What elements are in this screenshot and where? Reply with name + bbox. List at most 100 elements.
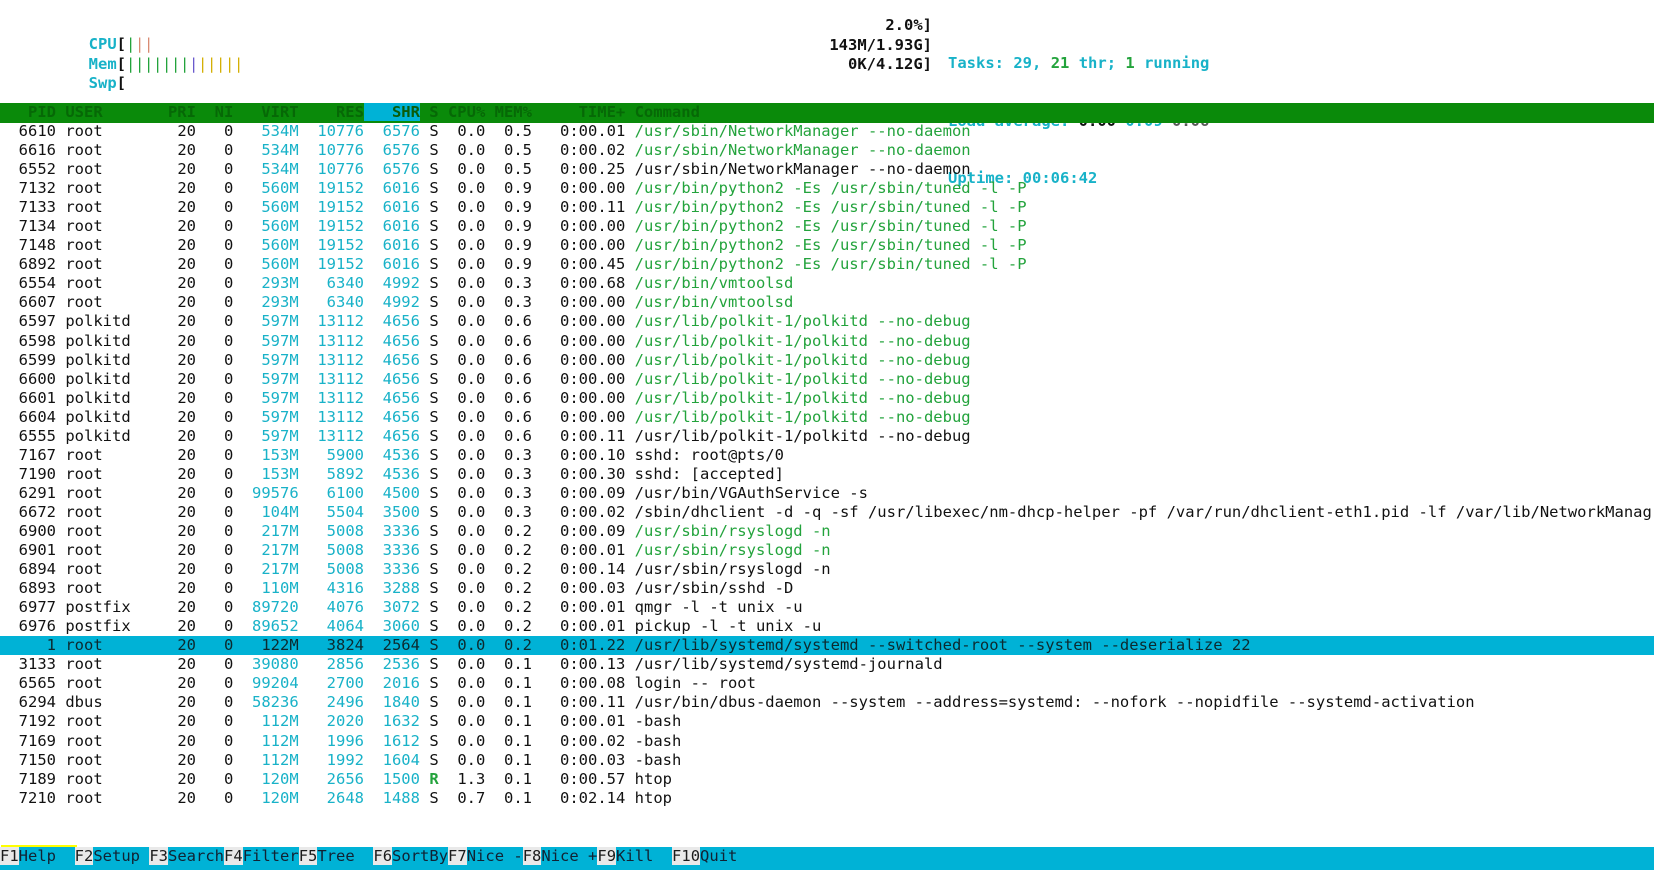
table-row[interactable]: 7132 root 20 0 560M 19152 6016 S 0.0 0.9…	[0, 179, 1654, 198]
cpu-meter-value: 2.0%	[885, 16, 923, 34]
cell-res: 2648	[298, 788, 364, 807]
function-label-nice-[interactable]: Nice -	[466, 847, 523, 865]
meter-bar-empty	[531, 55, 540, 74]
table-row[interactable]: 7167 root 20 0 153M 5900 4536 S 0.0 0.3 …	[0, 446, 1654, 465]
table-row[interactable]: 7169 root 20 0 112M 1996 1612 S 0.0 0.1 …	[0, 732, 1654, 751]
table-row[interactable]: 6552 root 20 0 534M 10776 6576 S 0.0 0.5…	[0, 160, 1654, 179]
table-row[interactable]: 6555 polkitd 20 0 597M 13112 4656 S 0.0 …	[0, 427, 1654, 446]
meter-bar-empty	[369, 74, 378, 93]
table-row[interactable]: 6893 root 20 0 110M 4316 3288 S 0.0 0.2 …	[0, 579, 1654, 598]
cell-ni: 0	[196, 331, 234, 350]
cell-shr: 4656	[363, 369, 420, 388]
function-key-f4[interactable]: F4	[224, 847, 243, 865]
function-label-quit[interactable]: Quit	[700, 847, 738, 865]
process-list[interactable]: 6610 root 20 0 534M 10776 6576 S 0.0 0.5…	[0, 122, 1654, 808]
table-row[interactable]: 6601 polkitd 20 0 597M 13112 4656 S 0.0 …	[0, 389, 1654, 408]
table-row[interactable]: 6894 root 20 0 217M 5008 3336 S 0.0 0.2 …	[0, 560, 1654, 579]
cell-pid: 3133	[0, 655, 56, 674]
table-row[interactable]: 6294 dbus 20 0 58236 2496 1840 S 0.0 0.1…	[0, 693, 1654, 712]
table-row[interactable]: 6604 polkitd 20 0 597M 13112 4656 S 0.0 …	[0, 408, 1654, 427]
cell-shr: 3288	[363, 579, 420, 598]
meter-bar-empty	[459, 74, 468, 93]
cell-res: 2496	[298, 693, 364, 712]
table-row[interactable]: 7190 root 20 0 153M 5892 4536 S 0.0 0.3 …	[0, 465, 1654, 484]
cell-pri: 20	[149, 693, 196, 712]
table-row[interactable]: 6610 root 20 0 534M 10776 6576 S 0.0 0.5…	[0, 122, 1654, 141]
cell-res: 4316	[298, 579, 364, 598]
function-key-bar[interactable]: F1Help F2Setup F3SearchF4FilterF5Tree F6…	[0, 847, 1654, 870]
table-row[interactable]: 6607 root 20 0 293M 6340 4992 S 0.0 0.3 …	[0, 293, 1654, 312]
cell-pid: 7192	[0, 712, 56, 731]
cell-shr: 4656	[363, 331, 420, 350]
cell-user: root	[56, 236, 150, 255]
table-row[interactable]: 7210 root 20 0 120M 2648 1488 S 0.7 0.1 …	[0, 789, 1654, 808]
function-key-f9[interactable]: F9	[597, 847, 617, 865]
cell-state: S	[419, 388, 439, 407]
cell-mem-percent: 0.9	[485, 179, 532, 198]
function-key-f7[interactable]: F7	[448, 847, 467, 865]
function-label-setup[interactable]: Setup	[93, 847, 150, 865]
cpu-meter-value-wrap: 2.0%]	[640, 16, 932, 35]
cell-cpu-percent: 0.0	[438, 331, 486, 350]
cell-ni: 0	[196, 693, 234, 712]
table-row[interactable]: 1 root 20 0 122M 3824 2564 S 0.0 0.2 0:0…	[0, 636, 1654, 656]
table-row[interactable]: 3133 root 20 0 39080 2856 2536 S 0.0 0.1…	[0, 655, 1654, 674]
cpu-meter-label: CPU	[88, 35, 117, 54]
table-row[interactable]: 6565 root 20 0 99204 2700 2016 S 0.0 0.1…	[0, 674, 1654, 693]
function-label-tree[interactable]: Tree	[317, 847, 374, 865]
process-table-header[interactable]: PID USER PRI NI VIRT RES SHR S CPU% MEM%…	[0, 103, 1654, 123]
function-key-f10[interactable]: F10	[672, 847, 701, 865]
table-row[interactable]: 6892 root 20 0 560M 19152 6016 S 0.0 0.9…	[0, 255, 1654, 274]
cell-user: root	[56, 655, 150, 674]
cell-ni: 0	[196, 636, 234, 655]
function-key-f2[interactable]: F2	[74, 847, 94, 865]
sort-column-header-shr[interactable]: SHR	[363, 103, 420, 121]
function-key-f3[interactable]: F3	[149, 847, 169, 865]
meter-bar-empty	[351, 55, 360, 74]
function-key-f1[interactable]: F1	[0, 847, 19, 865]
function-key-f5[interactable]: F5	[298, 847, 318, 865]
meter-bar-empty	[324, 74, 333, 93]
table-row[interactable]: 7192 root 20 0 112M 2020 1632 S 0.0 0.1 …	[0, 712, 1654, 731]
cell-pri: 20	[149, 769, 196, 788]
table-row[interactable]: 7133 root 20 0 560M 19152 6016 S 0.0 0.9…	[0, 198, 1654, 217]
table-row[interactable]: 6598 polkitd 20 0 597M 13112 4656 S 0.0 …	[0, 332, 1654, 351]
table-row[interactable]: 6976 postfix 20 0 89652 4064 3060 S 0.0 …	[0, 617, 1654, 636]
table-row[interactable]: 6554 root 20 0 293M 6340 4992 S 0.0 0.3 …	[0, 274, 1654, 293]
table-row[interactable]: 7148 root 20 0 560M 19152 6016 S 0.0 0.9…	[0, 236, 1654, 255]
table-row[interactable]: 6291 root 20 0 99576 6100 4500 S 0.0 0.3…	[0, 484, 1654, 503]
table-row[interactable]: 6597 polkitd 20 0 597M 13112 4656 S 0.0 …	[0, 312, 1654, 331]
table-row[interactable]: 6672 root 20 0 104M 5504 3500 S 0.0 0.3 …	[0, 503, 1654, 522]
meter-bar-empty	[387, 74, 396, 93]
table-row[interactable]: 6901 root 20 0 217M 5008 3336 S 0.0 0.2 …	[0, 541, 1654, 560]
function-label-filter[interactable]: Filter	[242, 847, 299, 865]
function-key-f6[interactable]: F6	[373, 847, 393, 865]
table-row[interactable]: 6599 polkitd 20 0 597M 13112 4656 S 0.0 …	[0, 351, 1654, 370]
cell-state: S	[419, 464, 439, 483]
table-row[interactable]: 6600 polkitd 20 0 597M 13112 4656 S 0.0 …	[0, 370, 1654, 389]
table-row[interactable]: 7150 root 20 0 112M 1992 1604 S 0.0 0.1 …	[0, 751, 1654, 770]
table-row[interactable]: 6977 postfix 20 0 89720 4076 3072 S 0.0 …	[0, 598, 1654, 617]
function-label-search[interactable]: Search	[168, 847, 225, 865]
table-row[interactable]: 6616 root 20 0 534M 10776 6576 S 0.0 0.5…	[0, 141, 1654, 160]
meter-bar-segment: |	[126, 54, 136, 73]
cell-user: root	[56, 560, 150, 579]
cell-time: 0:00.11	[532, 426, 626, 445]
function-key-f8[interactable]: F8	[522, 847, 542, 865]
function-label-kill[interactable]: Kill	[616, 847, 673, 865]
meter-bar-empty	[567, 55, 576, 74]
cell-time: 0:00.13	[532, 655, 626, 674]
cell-shr: 6016	[363, 217, 420, 236]
meter-bar-empty	[198, 74, 207, 93]
meter-bar-empty	[126, 74, 135, 93]
table-row[interactable]: 7189 root 20 0 120M 2656 1500 R 1.3 0.1 …	[0, 770, 1654, 789]
function-label-sortby[interactable]: SortBy	[392, 847, 449, 865]
function-label-help[interactable]: Help	[18, 847, 75, 865]
cell-pri: 20	[149, 236, 196, 255]
meter-bar-empty	[450, 74, 459, 93]
mem-bracket-open: [	[116, 54, 126, 73]
cell-virt: 58236	[233, 693, 299, 712]
table-row[interactable]: 6900 root 20 0 217M 5008 3336 S 0.0 0.2 …	[0, 522, 1654, 541]
function-label-nice-[interactable]: Nice +	[541, 847, 598, 865]
table-row[interactable]: 7134 root 20 0 560M 19152 6016 S 0.0 0.9…	[0, 217, 1654, 236]
